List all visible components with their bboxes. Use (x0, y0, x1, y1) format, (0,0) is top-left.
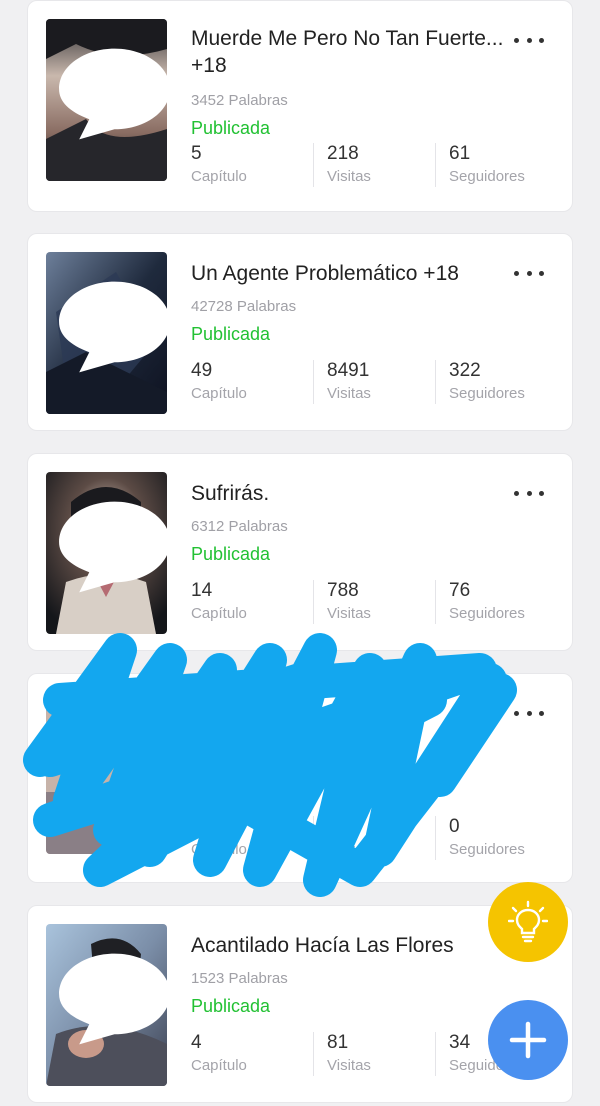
word-count: 42728 Palabras (191, 298, 297, 315)
followers-count: 76 (449, 580, 471, 601)
followers-count: 61 (449, 143, 471, 164)
status-badge: Publicada (191, 996, 271, 1016)
views-label: Visitas (327, 1057, 371, 1074)
stat-views: 788 Visitas (313, 580, 435, 624)
stat-views: 218 Visitas (313, 143, 435, 187)
stat-followers: 0 Seguidores (435, 816, 557, 860)
book-cover[interactable] (46, 252, 167, 414)
status-badge: Publicada (191, 118, 271, 138)
word-count: 6312 Palabras (191, 518, 288, 535)
views-label: Visitas (327, 841, 371, 858)
chapters-count: 49 (191, 360, 213, 381)
status-badge: Publicada (191, 544, 271, 564)
comment-bubble-icon (59, 48, 167, 140)
work-title[interactable]: Muerde Me Pero No Tan Fuerte... +18 (191, 25, 511, 79)
stat-followers: 76 Seguidores (435, 580, 557, 624)
views-count: 788 (327, 580, 359, 601)
stat-views: 8491 Visitas (313, 360, 435, 404)
views-count (327, 816, 435, 838)
chapters-count (191, 816, 313, 838)
chapters-label: Capítulo (191, 605, 247, 622)
work-title[interactable]: Acantilado Hacía Las Flores (191, 932, 511, 959)
book-cover[interactable] (46, 924, 167, 1086)
stat-chapters: 14 Capítulo (191, 580, 313, 622)
cover-image (46, 692, 167, 854)
stat-views: Visitas (313, 816, 435, 860)
chapters-label: Capítulo (191, 385, 247, 402)
lightbulb-icon (508, 900, 548, 943)
book-cover[interactable] (46, 692, 167, 854)
views-label: Visitas (327, 168, 371, 185)
followers-label: Seguidores (449, 168, 525, 185)
book-cover[interactable] (46, 472, 167, 634)
views-label: Visitas (327, 605, 371, 622)
followers-count: 0 (449, 816, 460, 837)
more-horizontal-icon[interactable] (514, 488, 544, 498)
more-horizontal-icon[interactable] (514, 708, 544, 718)
followers-label: Seguidores (449, 841, 525, 858)
stat-followers: 322 Seguidores (435, 360, 557, 404)
views-count: 81 (327, 1032, 349, 1053)
stat-chapters: 5 Capítulo (191, 143, 313, 185)
work-card[interactable]: Sufrirás. 6312 Palabras Publicada 14 Cap… (27, 453, 573, 651)
followers-count: 322 (449, 360, 481, 381)
work-card[interactable]: Capítulo Visitas 0 Seguidores (27, 673, 573, 883)
chapters-label: Capítulo (191, 168, 247, 185)
idea-button[interactable] (488, 882, 568, 962)
stat-chapters: Capítulo (191, 816, 313, 858)
work-title[interactable]: Sufrirás. (191, 480, 511, 507)
chapters-label: Capítulo (191, 1057, 247, 1074)
stats-row: Capítulo Visitas 0 Seguidores (191, 816, 557, 860)
more-horizontal-icon[interactable] (514, 35, 544, 45)
chapters-count: 14 (191, 580, 213, 601)
book-cover[interactable] (46, 19, 167, 181)
followers-label: Seguidores (449, 385, 525, 402)
work-card[interactable]: Muerde Me Pero No Tan Fuerte... +18 3452… (27, 0, 573, 212)
word-count: 3452 Palabras (191, 92, 288, 109)
status-badge: Publicada (191, 324, 271, 344)
chapters-count: 4 (191, 1032, 202, 1053)
work-title[interactable]: Un Agente Problemático +18 (191, 260, 511, 287)
more-horizontal-icon[interactable] (514, 268, 544, 278)
comment-bubble-icon (59, 501, 167, 593)
comment-bubble-icon (59, 953, 167, 1045)
followers-label: Seguidores (449, 605, 525, 622)
work-card[interactable]: Un Agente Problemático +18 42728 Palabra… (27, 233, 573, 431)
views-count: 8491 (327, 360, 370, 381)
views-label: Visitas (327, 385, 371, 402)
stats-row: 5 Capítulo 218 Visitas 61 Seguidores (191, 143, 557, 187)
stat-views: 81 Visitas (313, 1032, 435, 1076)
stat-chapters: 4 Capítulo (191, 1032, 313, 1074)
chapters-label: Capítulo (191, 841, 247, 858)
word-count: 1523 Palabras (191, 970, 288, 987)
comment-bubble-icon (59, 281, 167, 373)
stat-chapters: 49 Capítulo (191, 360, 313, 402)
stats-row: 49 Capítulo 8491 Visitas 322 Seguidores (191, 360, 557, 404)
chapters-count: 5 (191, 143, 202, 164)
add-work-button[interactable] (488, 1000, 568, 1080)
views-count: 218 (327, 143, 359, 164)
stat-followers: 61 Seguidores (435, 143, 557, 187)
stats-row: 14 Capítulo 788 Visitas 76 Seguidores (191, 580, 557, 624)
plus-icon (509, 1021, 547, 1059)
